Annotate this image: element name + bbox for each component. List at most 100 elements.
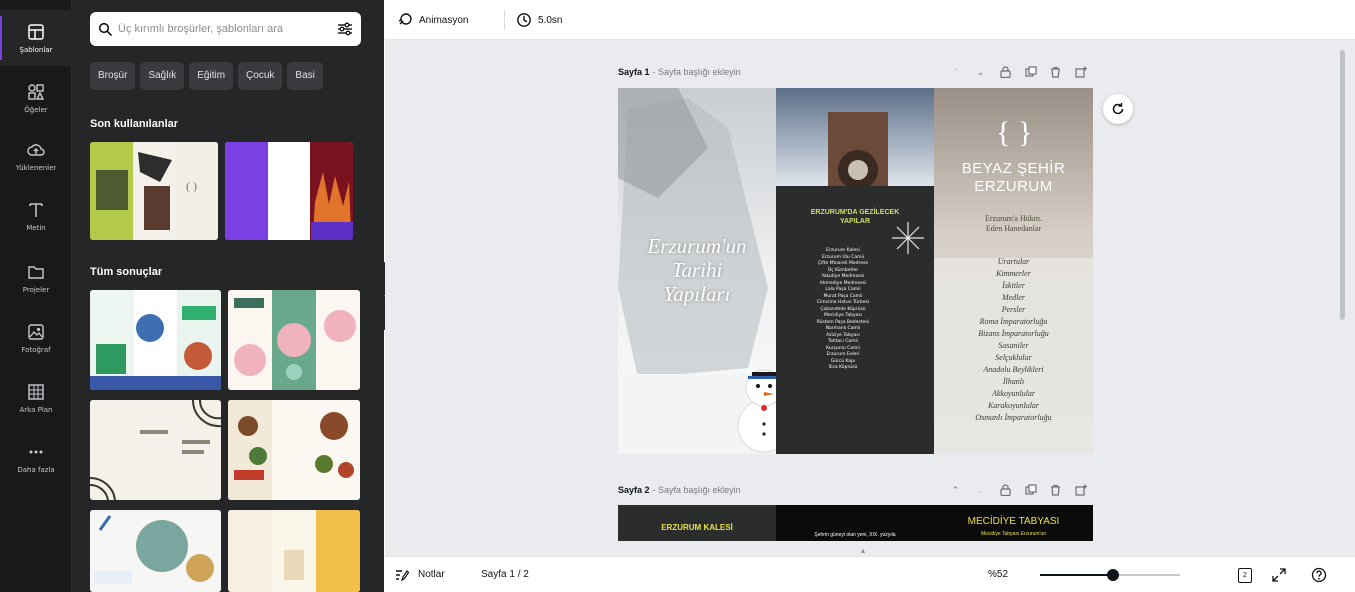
rail-item-upload-cloud[interactable]: Yüklenenler bbox=[0, 128, 72, 184]
right-panel-list: Urartular Kimmerler İskitler Medler Persler R… bbox=[934, 256, 1093, 424]
trash-icon[interactable] bbox=[1043, 64, 1068, 80]
photo-icon bbox=[28, 323, 44, 340]
page-1-canvas[interactable]: { } Erzurum'un Tarihi Yapıları ERZURUM'D… bbox=[618, 88, 1093, 454]
result-template-5[interactable] bbox=[90, 510, 221, 592]
rail-item-label: Metin bbox=[26, 223, 46, 232]
category-chip[interactable]: Broşür bbox=[90, 62, 136, 90]
right-panel-subtitle: Erzurum'a Hükm. Eden Hanedanlar bbox=[934, 214, 1093, 234]
editor-toolbar: Animasyon 5.0sn bbox=[385, 0, 1355, 40]
right-list-item: Karakoyunlular bbox=[987, 401, 1040, 410]
toolbar-divider bbox=[504, 10, 505, 30]
chevron-down-icon[interactable]: ⌄ bbox=[968, 64, 993, 80]
page2-middle-panel: Şehrin güneyi olan yeni, XIX. yüzyıla bbox=[776, 505, 934, 541]
rail-item-label: Şablonlar bbox=[19, 45, 53, 54]
editor-canvas: Animasyon 5.0sn Sayfa 1 - Sayfa başlığı … bbox=[385, 0, 1355, 592]
page2-mid-text: Şehrin güneyi olan yeni, XIX. yüzyıla bbox=[814, 532, 896, 538]
page2-left-panel: ERZURUM KALESİ bbox=[618, 505, 776, 541]
page2-right-text: Mecidiye Tabyası Erzurum'un bbox=[980, 531, 1047, 537]
clock-icon bbox=[517, 13, 531, 27]
rail-item-label: Daha fazla bbox=[17, 465, 55, 474]
result-template-2[interactable] bbox=[228, 290, 360, 390]
recent-template-1[interactable]: ( ) bbox=[90, 142, 218, 240]
chevron-up-icon[interactable]: ⌃ bbox=[943, 64, 968, 80]
svg-text:( ): ( ) bbox=[186, 179, 197, 193]
result-template-1[interactable] bbox=[90, 290, 221, 390]
help-icon[interactable] bbox=[1310, 566, 1328, 584]
notes-button[interactable]: Notlar bbox=[418, 569, 445, 580]
animation-icon bbox=[398, 13, 412, 25]
lock-icon[interactable] bbox=[993, 64, 1018, 80]
category-chip[interactable]: Çocuk bbox=[238, 62, 283, 90]
right-list-item: Osmanlı İmparatorluğu bbox=[975, 413, 1052, 422]
right-subtitle-line: Erzurum'a Hükm. bbox=[985, 214, 1042, 223]
right-list-item: Anadolu Beylikleri bbox=[983, 365, 1044, 374]
left-rail: Şablonlar Öğeler Yüklenenler Metin Projeler F… bbox=[0, 0, 72, 592]
category-chip[interactable]: Basi bbox=[287, 62, 323, 90]
elements-icon bbox=[28, 83, 45, 100]
folder-icon bbox=[28, 265, 44, 279]
right-list-item: Persler bbox=[1001, 305, 1026, 314]
result-template-4[interactable] bbox=[228, 400, 360, 500]
fullscreen-icon[interactable] bbox=[1270, 566, 1288, 584]
left-title-line: Yapıları bbox=[663, 282, 731, 306]
page-1-title-field[interactable]: - Sayfa başlığı ekleyin bbox=[653, 67, 741, 77]
duplicate-icon[interactable] bbox=[1018, 64, 1043, 80]
vertical-scrollbar[interactable] bbox=[1340, 50, 1345, 320]
right-list-item: Sasaniler bbox=[998, 341, 1029, 350]
search-input[interactable] bbox=[118, 23, 337, 35]
page-2-canvas[interactable]: ERZURUM KALESİ Şehrin güneyi olan yeni, … bbox=[618, 505, 1093, 541]
page-grid-button[interactable]: 2 bbox=[1236, 566, 1254, 584]
page2-left-title: ERZURUM KALESİ bbox=[661, 523, 733, 532]
page-2-actions: ⌃ ⌄ bbox=[943, 482, 1093, 498]
refresh-design-button[interactable] bbox=[1103, 94, 1133, 124]
rail-item-templates[interactable]: Şablonlar bbox=[0, 10, 72, 66]
page-indicator[interactable]: Sayfa 1 / 2 bbox=[481, 569, 529, 580]
recent-template-2[interactable] bbox=[225, 142, 353, 240]
rail-item-label: Öğeler bbox=[24, 105, 48, 114]
mid-heading-line: YAPILAR bbox=[839, 218, 871, 225]
add-page-icon[interactable] bbox=[1068, 64, 1093, 80]
bottom-bar: Notlar Sayfa 1 / 2 %52 2 bbox=[385, 556, 1355, 592]
zoom-slider[interactable] bbox=[1040, 569, 1180, 581]
page-1-number: Sayfa 1 bbox=[618, 67, 650, 77]
more-icon bbox=[29, 450, 43, 453]
rail-item-background[interactable]: Arka Plan bbox=[0, 370, 72, 426]
duration-label: 5.0sn bbox=[538, 14, 563, 26]
result-template-6[interactable] bbox=[228, 510, 360, 592]
page-2-title-field[interactable]: - Sayfa başlığı ekleyin bbox=[653, 485, 741, 495]
trash-icon[interactable] bbox=[1043, 482, 1068, 498]
category-chip[interactable]: Eğitim bbox=[189, 62, 234, 90]
right-list-item: Bizans İmparatorluğu bbox=[978, 329, 1049, 338]
zoom-slider-handle[interactable] bbox=[1106, 569, 1119, 581]
scroll-indicator-icon: ▴ bbox=[861, 546, 866, 555]
animation-label: Animasyon bbox=[419, 14, 469, 26]
rail-item-elements[interactable]: Öğeler bbox=[0, 70, 72, 126]
result-template-3[interactable] bbox=[90, 400, 221, 500]
right-list-item: Roma İmparatorluğu bbox=[979, 317, 1048, 326]
filter-icon[interactable] bbox=[337, 22, 353, 36]
right-panel-title: BEYAZ ŞEHİR ERZURUM bbox=[934, 160, 1093, 196]
animation-button[interactable]: Animasyon bbox=[397, 8, 468, 32]
rail-item-text[interactable]: Metin bbox=[0, 188, 72, 244]
right-list-item: İskitler bbox=[1002, 281, 1025, 290]
rail-item-folder[interactable]: Projeler bbox=[0, 250, 72, 306]
results-section-title: Tüm sonuçlar bbox=[90, 266, 163, 278]
chevron-down-icon[interactable]: ⌄ bbox=[968, 482, 993, 498]
rail-item-photo[interactable]: Fotoğraf bbox=[0, 310, 72, 366]
left-title-line: Erzurum'un bbox=[647, 234, 747, 258]
duplicate-icon[interactable] bbox=[1018, 482, 1043, 498]
duration-button[interactable]: 5.0sn bbox=[516, 8, 562, 32]
rail-item-more[interactable]: Daha fazla bbox=[0, 430, 72, 486]
notes-icon[interactable] bbox=[393, 566, 411, 584]
right-list-item: Akkoyunlular bbox=[991, 389, 1036, 398]
right-list-item: İlhanlı bbox=[1002, 377, 1025, 386]
chevron-up-icon[interactable]: ⌃ bbox=[943, 482, 968, 498]
rail-item-label: Arka Plan bbox=[19, 405, 53, 414]
lock-icon[interactable] bbox=[993, 482, 1018, 498]
left-panel-title: Erzurum'un Tarihi Yapıları bbox=[618, 234, 776, 306]
upload-cloud-icon bbox=[27, 143, 45, 156]
category-chip[interactable]: Sağlık bbox=[140, 62, 185, 90]
zoom-percentage[interactable]: %52 bbox=[988, 569, 1008, 580]
page-1-header: Sayfa 1 - Sayfa başlığı ekleyin ⌃ ⌄ bbox=[618, 60, 1093, 84]
add-page-icon[interactable] bbox=[1068, 482, 1093, 498]
